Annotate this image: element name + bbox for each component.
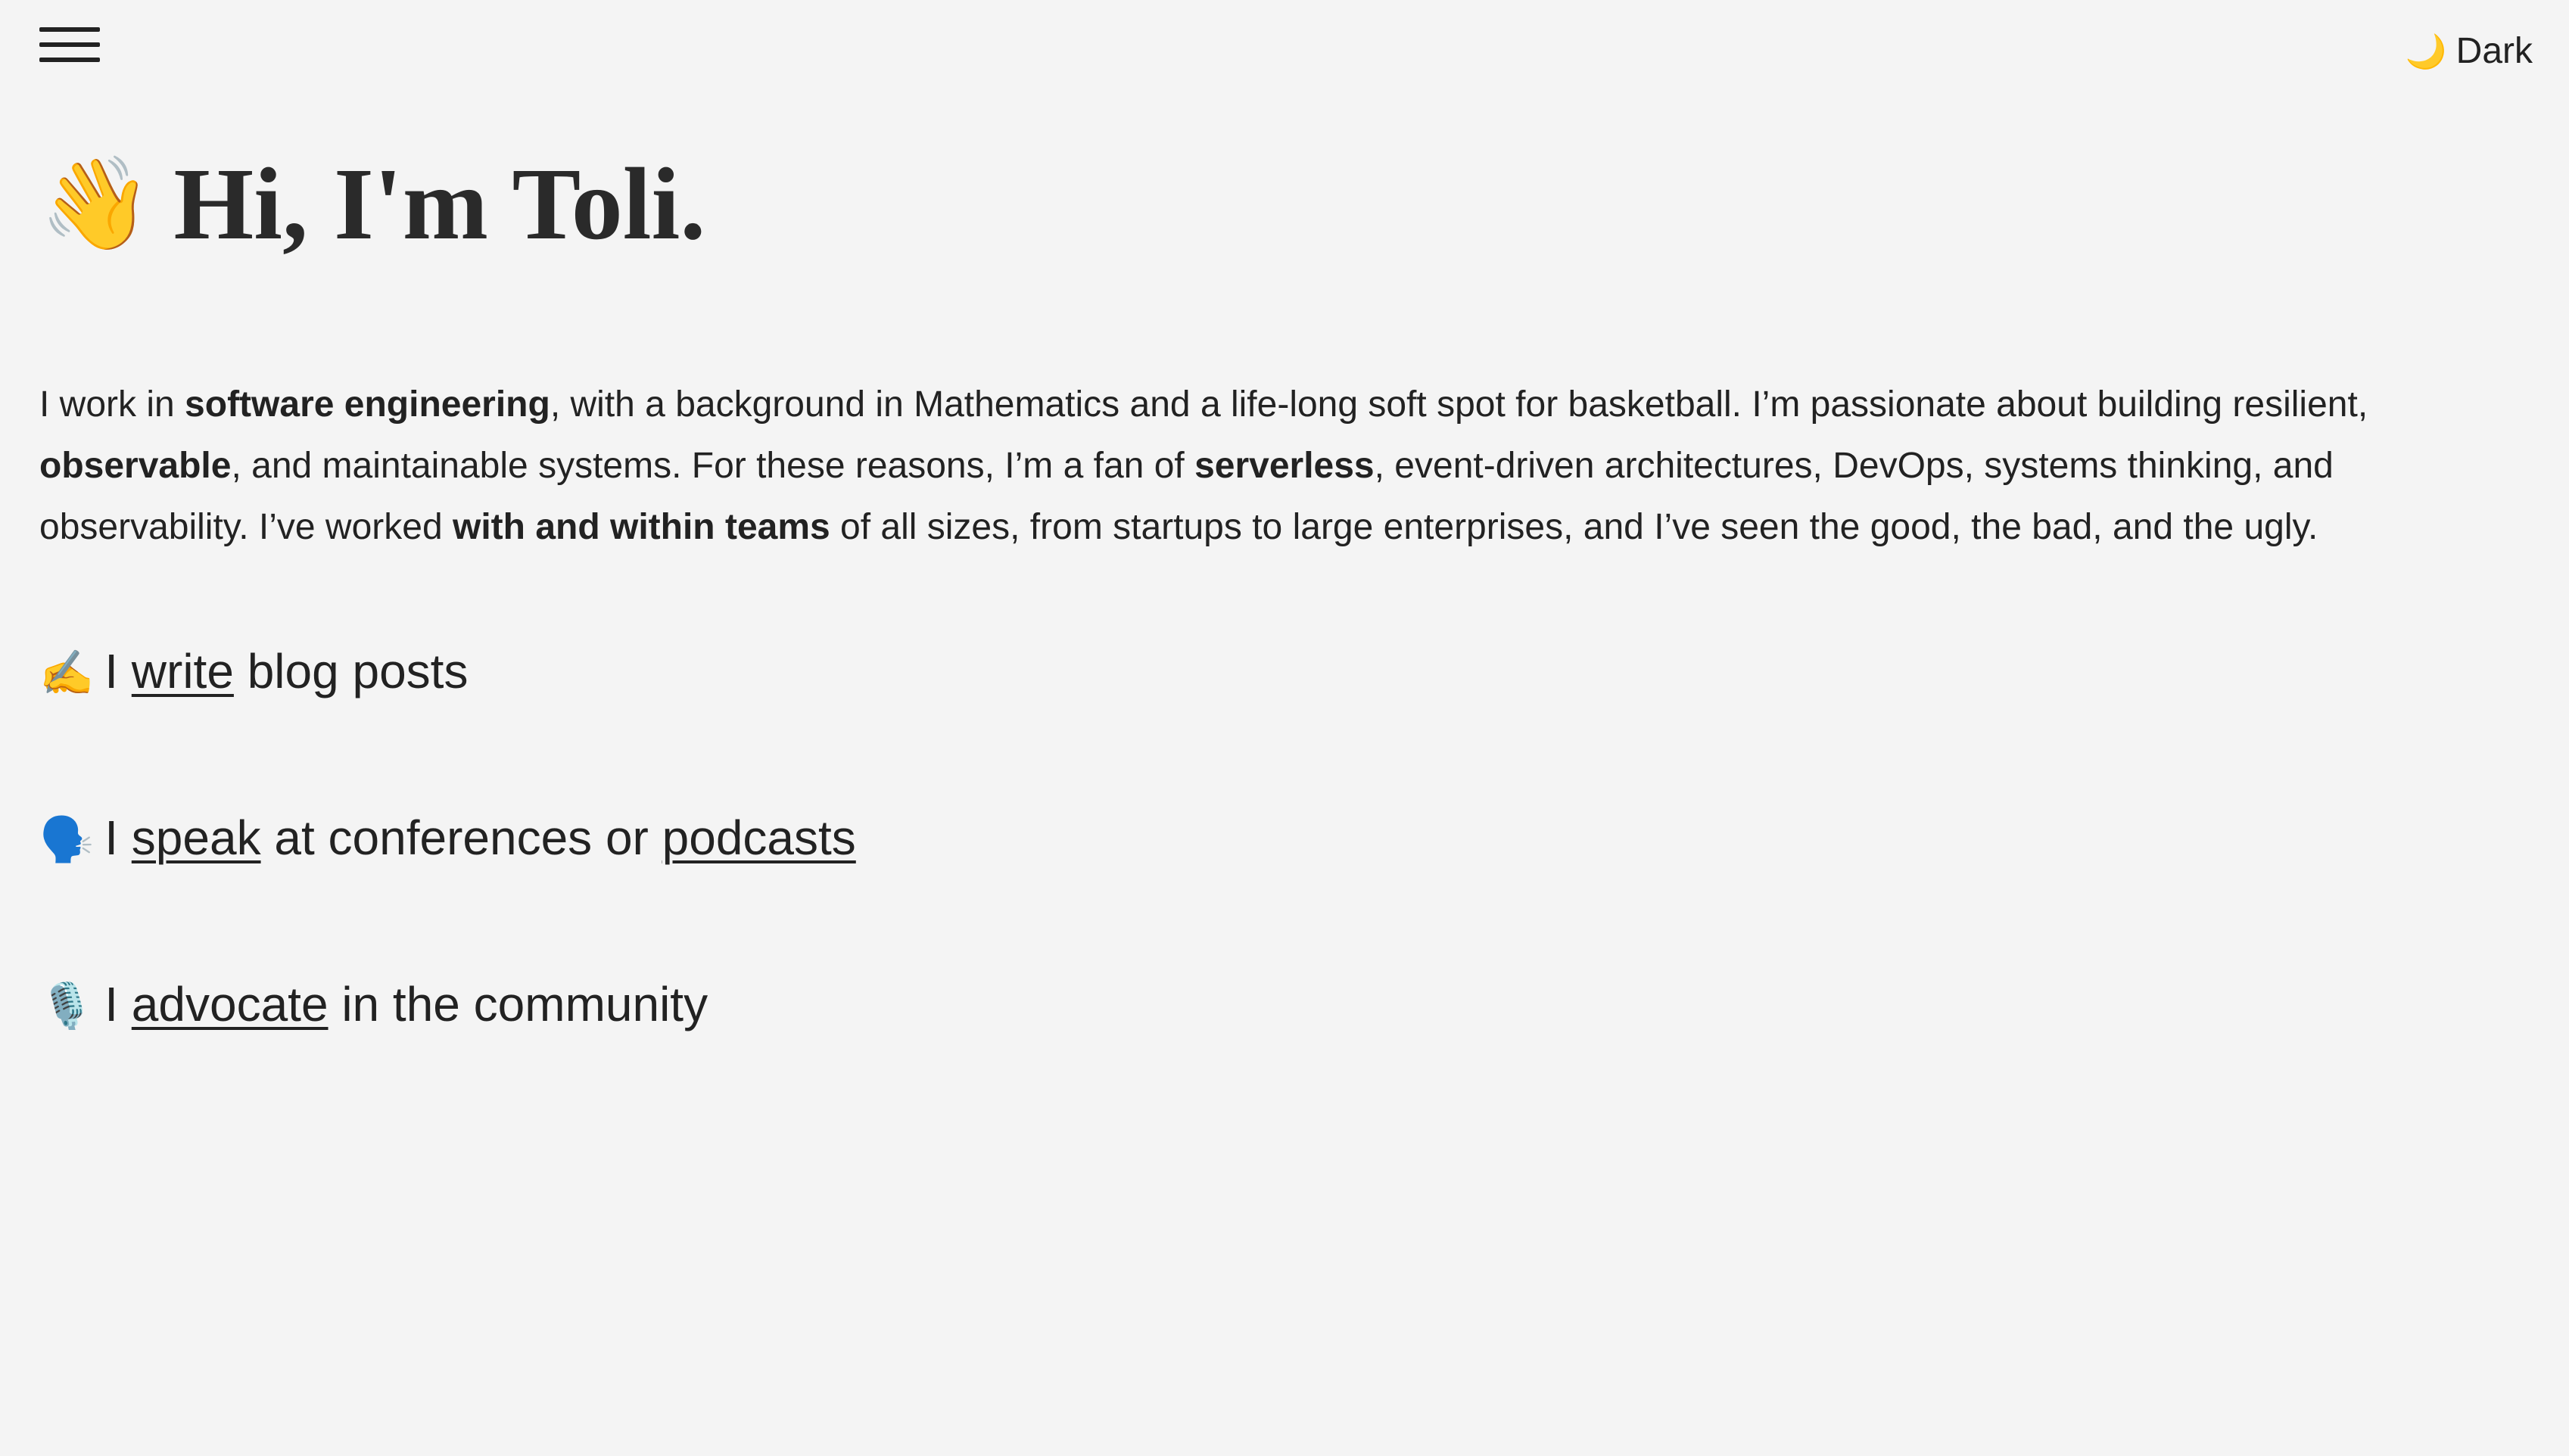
advocate-suffix: in the community — [328, 977, 708, 1031]
intro-bold-teams: with and within teams — [453, 507, 830, 547]
dark-mode-label: Dark — [2455, 31, 2533, 71]
intro-text-5: of all sizes, from startups to large ent… — [830, 507, 2318, 547]
main-content: 👋 Hi, I'm Toli. I work in software engin… — [39, 144, 2530, 1031]
speak-middle: at conferences or — [260, 810, 662, 865]
write-link[interactable]: write — [132, 644, 234, 698]
list-item-speak: 🗣️ I speak at conferences or podcasts — [39, 807, 856, 870]
write-prefix: I — [104, 644, 132, 698]
speak-prefix: I — [104, 810, 132, 865]
intro-text-1: I work in — [39, 384, 185, 425]
intro-text-2: , with a background in Mathematics and a… — [550, 384, 2368, 425]
hamburger-menu-icon[interactable] — [39, 26, 100, 65]
dark-mode-toggle[interactable]: 🌙 Dark — [2406, 30, 2533, 72]
advocate-prefix: I — [104, 977, 132, 1031]
intro-text-3: , and maintainable systems. For these re… — [231, 446, 1195, 486]
list-item-write: ✍️ I write blog posts — [39, 641, 468, 703]
intro-bold-observable: observable — [39, 446, 232, 486]
menu-bar-bottom — [39, 58, 100, 62]
speaking-head-icon: 🗣️ — [39, 814, 95, 865]
write-suffix: blog posts — [233, 644, 469, 698]
menu-bar-top — [39, 27, 100, 32]
page-title-text: Hi, I'm Toli. — [173, 148, 706, 261]
microphone-icon: 🎙️ — [39, 980, 95, 1031]
list-item-advocate: 🎙️ I advocate in the community — [39, 974, 708, 1036]
menu-bar-middle — [39, 42, 100, 47]
advocate-link[interactable]: advocate — [132, 977, 329, 1031]
waving-hand-icon: 👋 — [39, 151, 153, 257]
intro-bold-software-engineering: software engineering — [185, 384, 550, 425]
page-title: 👋 Hi, I'm Toli. — [39, 144, 2530, 265]
intro-paragraph: I work in software engineering, with a b… — [39, 374, 2530, 558]
podcasts-link[interactable]: podcasts — [662, 810, 856, 865]
writing-hand-icon: ✍️ — [39, 647, 95, 698]
crescent-moon-icon: 🌙 — [2405, 33, 2447, 70]
intro-bold-serverless: serverless — [1194, 446, 1375, 486]
speak-link[interactable]: speak — [132, 810, 261, 865]
